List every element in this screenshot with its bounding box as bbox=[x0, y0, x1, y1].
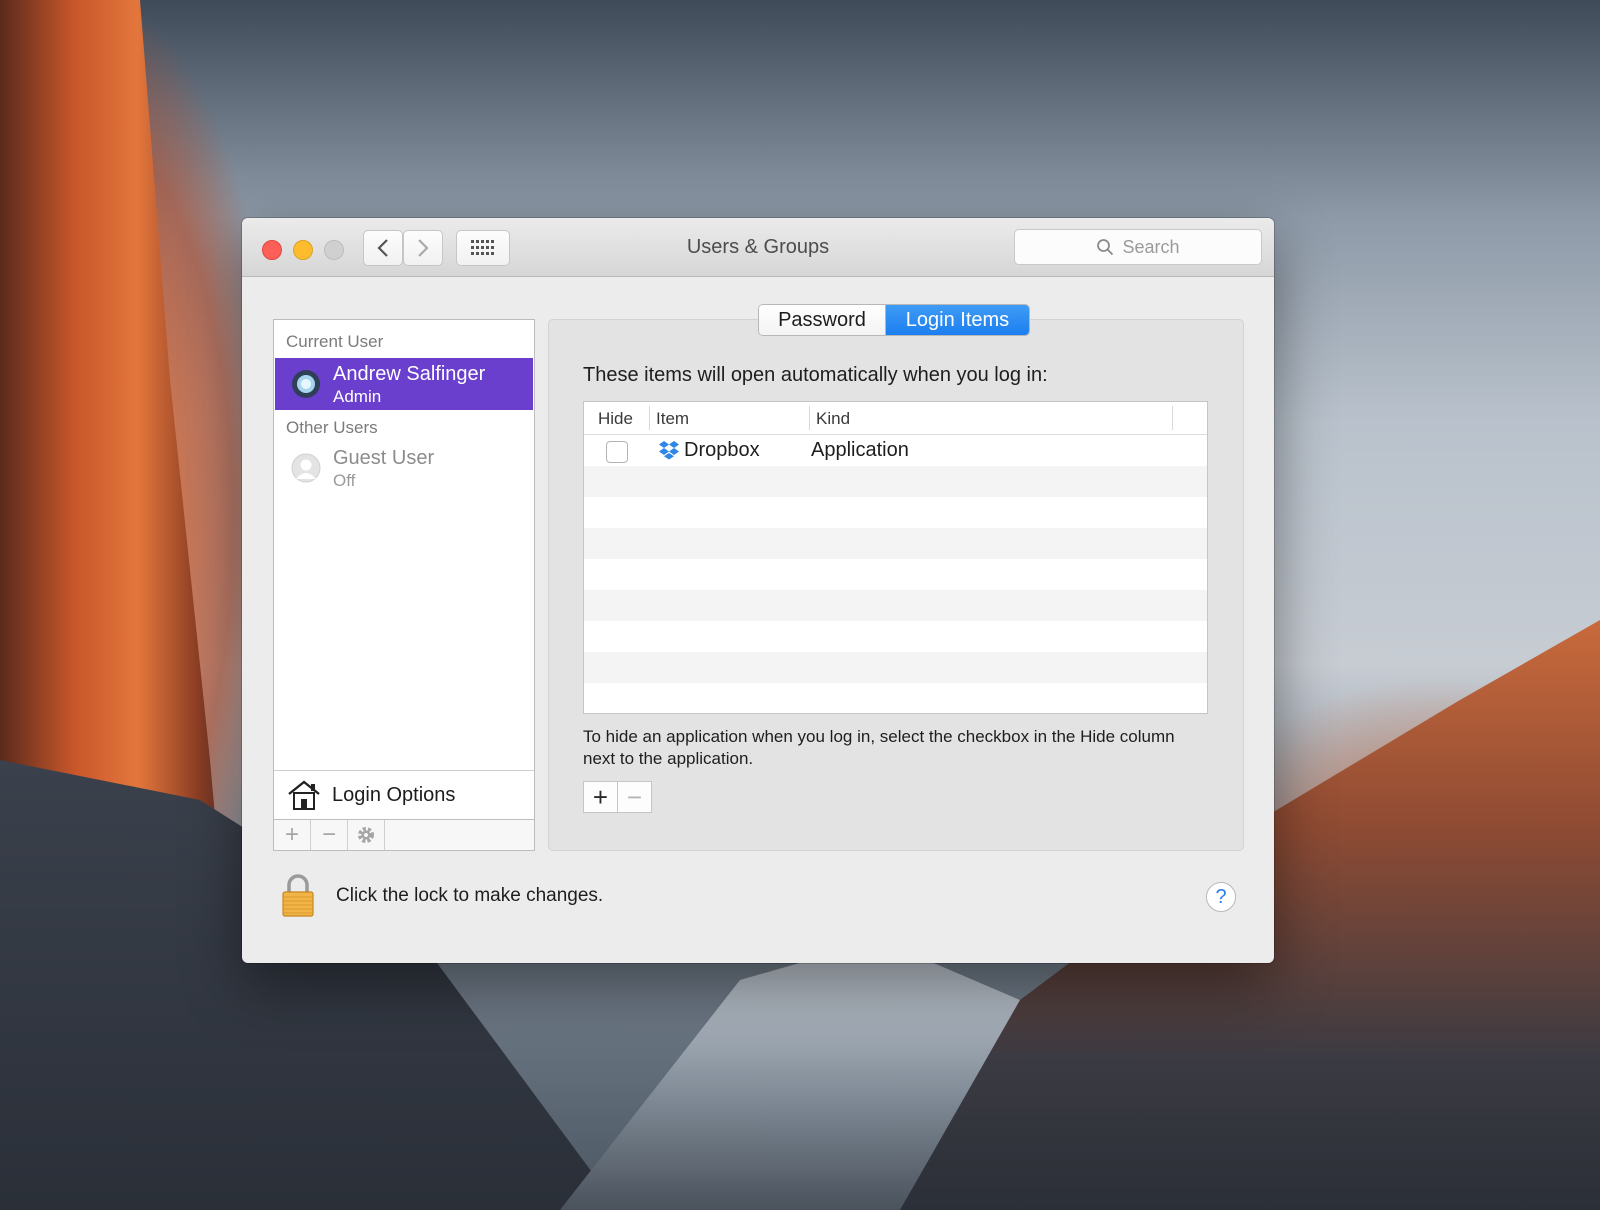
column-divider bbox=[1172, 406, 1173, 430]
lock-icon[interactable] bbox=[280, 873, 316, 917]
search-field[interactable]: Search bbox=[1014, 229, 1262, 265]
login-items-toolbar: + − bbox=[583, 781, 652, 813]
column-hide[interactable]: Hide bbox=[598, 409, 633, 429]
login-options-button[interactable]: Login Options bbox=[274, 770, 534, 819]
table-row-empty bbox=[584, 590, 1207, 621]
column-kind[interactable]: Kind bbox=[816, 409, 850, 429]
item-name: Dropbox bbox=[684, 439, 760, 461]
user-name: Guest User bbox=[333, 447, 435, 469]
user-role: Admin bbox=[333, 387, 382, 406]
lock-message: Click the lock to make changes. bbox=[336, 885, 604, 906]
table-row-empty bbox=[584, 652, 1207, 683]
table-row-empty bbox=[584, 621, 1207, 652]
user-actions-button[interactable] bbox=[348, 820, 385, 850]
tab-bar: Password Login Items bbox=[758, 304, 1030, 336]
table-row-empty bbox=[584, 559, 1207, 590]
login-options-label: Login Options bbox=[332, 783, 456, 806]
users-list: Current User Andrew Salfinger Admin Othe… bbox=[273, 319, 535, 851]
titlebar: Users & Groups Search bbox=[242, 218, 1274, 277]
avatar bbox=[292, 370, 320, 398]
hide-checkbox[interactable] bbox=[606, 441, 628, 463]
gear-icon bbox=[358, 827, 374, 843]
remove-login-item-button[interactable]: − bbox=[618, 782, 651, 812]
current-user-heading: Current User bbox=[286, 332, 384, 351]
users-groups-window: Users & Groups Search Current User Andre… bbox=[242, 218, 1274, 963]
house-icon bbox=[288, 780, 320, 810]
user-status: Off bbox=[333, 471, 356, 490]
add-user-button[interactable]: + bbox=[274, 820, 311, 850]
table-row-empty bbox=[584, 466, 1207, 497]
login-items-hint: To hide an application when you log in, … bbox=[583, 727, 1175, 768]
remove-user-button[interactable]: − bbox=[311, 820, 348, 850]
user-row-guest[interactable]: Guest User Off bbox=[275, 442, 533, 494]
user-row-current[interactable]: Andrew Salfinger Admin bbox=[275, 358, 533, 410]
tab-password[interactable]: Password bbox=[759, 305, 886, 335]
sidebar-toolbar: + − bbox=[274, 819, 534, 850]
help-button[interactable]: ? bbox=[1206, 882, 1236, 912]
item-kind: Application bbox=[811, 439, 909, 461]
add-login-item-button[interactable]: + bbox=[584, 782, 618, 812]
search-icon bbox=[1097, 239, 1114, 256]
user-name: Andrew Salfinger bbox=[333, 363, 486, 385]
table-row-empty bbox=[584, 683, 1207, 714]
login-items-table: Hide Item Kind Dropbox Application bbox=[583, 401, 1208, 714]
table-row-empty bbox=[584, 497, 1207, 528]
column-item[interactable]: Item bbox=[656, 409, 689, 429]
column-divider bbox=[649, 406, 650, 430]
table-header: Hide Item Kind bbox=[584, 402, 1207, 435]
guest-avatar-icon bbox=[291, 453, 321, 483]
search-placeholder: Search bbox=[1122, 236, 1180, 257]
login-items-intro: These items will open automatically when… bbox=[583, 364, 1048, 386]
tab-login-items[interactable]: Login Items bbox=[886, 305, 1029, 335]
table-row-empty bbox=[584, 528, 1207, 559]
table-row[interactable]: Dropbox Application bbox=[584, 435, 1207, 466]
other-users-heading: Other Users bbox=[286, 418, 378, 437]
column-divider bbox=[809, 406, 810, 430]
dropbox-icon bbox=[659, 441, 679, 460]
